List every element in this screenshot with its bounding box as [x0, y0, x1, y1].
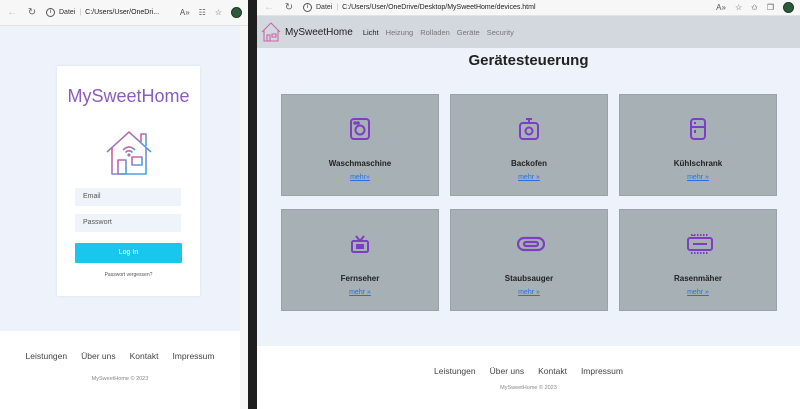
back-icon[interactable]: ← — [6, 7, 18, 19]
device-more-link[interactable]: mehr » — [451, 174, 607, 181]
devices-browser-window: ← ↻ i Datei | C:/Users/User/OneDrive/Des… — [257, 0, 800, 409]
footer-links: Leistungen Über uns Kontakt Impressum — [0, 351, 240, 361]
address-separator: | — [336, 4, 339, 11]
device-card-kuehlschrank: Kühlschrank mehr » — [619, 94, 777, 196]
password-input[interactable]: Passwort — [75, 214, 181, 232]
device-name: Backofen — [510, 159, 547, 168]
device-more-link[interactable]: mehr» — [282, 174, 438, 181]
tv-icon — [348, 232, 372, 256]
fridge-icon — [686, 117, 710, 141]
device-card-waschmaschine: Waschmaschine mehr» — [281, 94, 439, 196]
footer-links: Leistungen Über uns Kontakt Impressum — [257, 366, 800, 376]
vacuum-icon — [516, 232, 546, 256]
login-brand-title: MySweetHome — [67, 86, 190, 106]
address-url: C:/Users/User/OneDri... — [85, 9, 160, 16]
info-icon: i — [46, 8, 55, 17]
address-separator: | — [79, 9, 82, 16]
device-card-fernseher: Fernseher mehr » — [281, 209, 439, 311]
device-grid: Waschmaschine mehr» Backofen mehr » Kühl… — [281, 94, 777, 324]
device-more-link[interactable]: mehr » — [451, 289, 607, 296]
nav-link-licht[interactable]: Licht — [363, 28, 379, 37]
copyright-text: MySweetHome © 2023 — [91, 376, 149, 382]
collections-icon[interactable]: ❐ — [767, 3, 774, 12]
page-footer: Leistungen Über uns Kontakt Impressum My… — [0, 331, 240, 409]
forgot-password-link[interactable]: Passwort vergessen? — [57, 272, 200, 278]
device-more-link[interactable]: mehr » — [620, 289, 776, 296]
device-name: Staubsauger — [504, 274, 554, 283]
nav-link-rolladen[interactable]: Rolladen — [420, 28, 450, 37]
email-input[interactable]: Email — [75, 188, 181, 206]
extensions-icon[interactable]: ☷ — [199, 8, 206, 17]
favorites-icon[interactable]: ☆ — [215, 8, 222, 17]
profile-avatar[interactable] — [231, 7, 242, 18]
oven-icon — [517, 117, 541, 141]
device-name: Waschmaschine — [328, 159, 392, 168]
nav-link-security[interactable]: Security — [487, 28, 514, 37]
device-name: Rasenmäher — [673, 274, 723, 283]
browser-toolbar: ← ↻ i Datei | C:/Users/User/OneDri... A»… — [0, 0, 248, 26]
reload-icon[interactable]: ↻ — [26, 7, 38, 19]
device-name: Kühlschrank — [673, 159, 723, 168]
nav-link-geraete[interactable]: Geräte — [457, 28, 480, 37]
address-bar[interactable]: i Datei | C:/Users/User/OneDrive/Desktop… — [303, 0, 708, 17]
address-bar[interactable]: i Datei | C:/Users/User/OneDri... — [46, 4, 172, 22]
login-card: MySweetHome Email Passwort Log In Passwo… — [57, 66, 200, 296]
footer-link-impressum[interactable]: Impressum — [172, 351, 214, 361]
address-scheme-label: Datei — [59, 9, 76, 16]
read-aloud-icon[interactable]: A» — [180, 8, 190, 17]
device-card-staubsauger: Staubsauger mehr » — [450, 209, 608, 311]
footer-link-impressum[interactable]: Impressum — [581, 366, 623, 376]
devices-page: MySweetHome Licht Heizung Rolladen Gerät… — [257, 16, 800, 409]
footer-link-ueber-uns[interactable]: Über uns — [81, 351, 116, 361]
device-more-link[interactable]: mehr » — [282, 289, 438, 296]
profile-avatar[interactable] — [783, 2, 794, 13]
nav-link-heizung[interactable]: Heizung — [386, 28, 414, 37]
reload-icon[interactable]: ↻ — [283, 2, 295, 14]
washing-machine-icon — [348, 117, 372, 141]
device-name: Fernseher — [340, 274, 380, 283]
navbar-logo-icon[interactable] — [261, 21, 281, 43]
device-card-backofen: Backofen mehr » — [450, 94, 608, 196]
device-card-rasenmaeher: Rasenmäher mehr » — [619, 209, 777, 311]
lawnmower-icon — [686, 232, 713, 256]
back-icon[interactable]: ← — [263, 2, 275, 14]
login-button[interactable]: Log In — [75, 243, 182, 263]
browser-toolbar: ← ↻ i Datei | C:/Users/User/OneDrive/Des… — [257, 0, 800, 16]
footer-link-leistungen[interactable]: Leistungen — [434, 366, 476, 376]
favorites-icon[interactable]: ✩ — [751, 3, 758, 12]
page-title: Gerätesteuerung — [468, 52, 589, 69]
address-url: C:/Users/User/OneDrive/Desktop/MySweetHo… — [342, 4, 536, 11]
page-footer: Leistungen Über uns Kontakt Impressum My… — [257, 346, 800, 409]
smart-home-logo-icon — [103, 126, 155, 178]
login-browser-window: ← ↻ i Datei | C:/Users/User/OneDri... A»… — [0, 0, 248, 409]
info-icon: i — [303, 3, 312, 12]
navbar-brand[interactable]: MySweetHome — [285, 27, 353, 38]
address-scheme-label: Datei — [316, 4, 333, 11]
copyright-text: MySweetHome © 2023 — [500, 385, 557, 391]
top-navbar: MySweetHome Licht Heizung Rolladen Gerät… — [257, 16, 800, 48]
footer-link-kontakt[interactable]: Kontakt — [538, 366, 567, 376]
footer-link-kontakt[interactable]: Kontakt — [130, 351, 159, 361]
footer-link-leistungen[interactable]: Leistungen — [26, 351, 68, 361]
footer-link-ueber-uns[interactable]: Über uns — [490, 366, 525, 376]
read-aloud-icon[interactable]: A» — [716, 3, 726, 12]
favorites-add-icon[interactable]: ☆ — [735, 3, 742, 12]
login-page: MySweetHome Email Passwort Log In Passwo… — [0, 26, 240, 409]
device-more-link[interactable]: mehr » — [620, 174, 776, 181]
